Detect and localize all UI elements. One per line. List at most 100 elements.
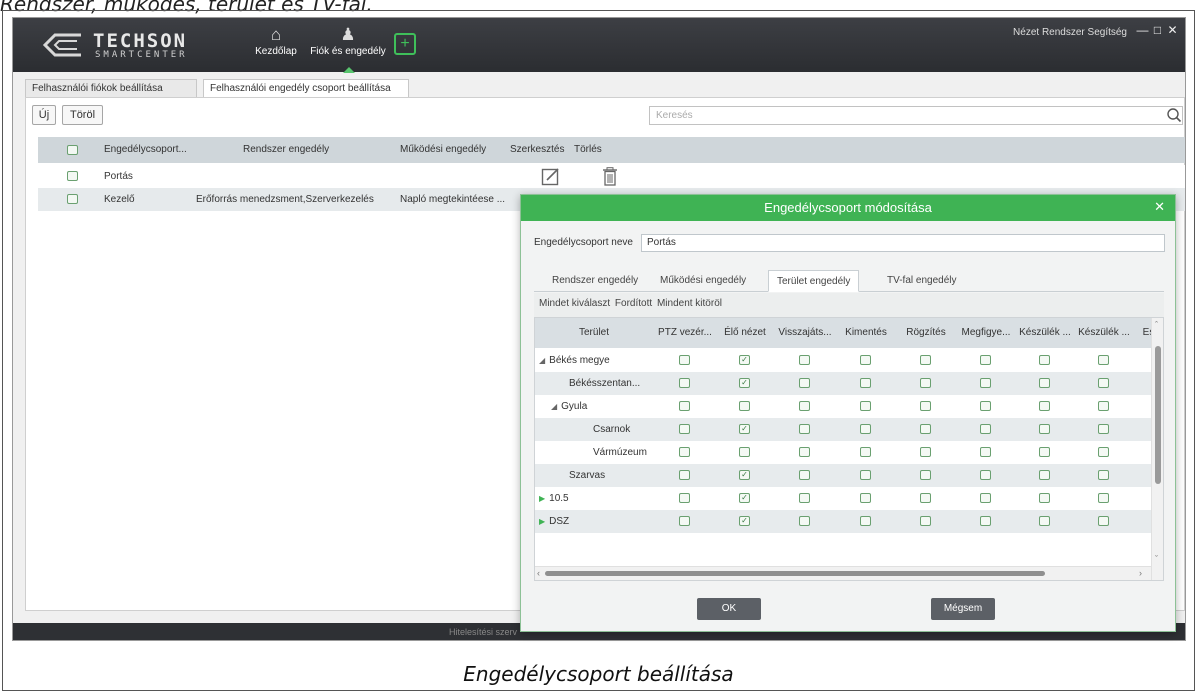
- table-row[interactable]: Portás: [38, 165, 1185, 188]
- permission-checkbox[interactable]: [980, 516, 991, 526]
- permission-checkbox[interactable]: [980, 493, 991, 503]
- permission-checkbox[interactable]: [799, 516, 810, 526]
- area-row[interactable]: Vármúzeum: [535, 441, 1151, 464]
- permission-checkbox[interactable]: [679, 424, 690, 434]
- row-checkbox[interactable]: [67, 194, 78, 204]
- scroll-right-icon[interactable]: ›: [1139, 568, 1142, 578]
- permission-checkbox[interactable]: [799, 470, 810, 480]
- permission-checkbox[interactable]: ✓: [739, 470, 750, 480]
- vertical-scrollbar[interactable]: ˆ ˇ: [1151, 318, 1163, 580]
- area-row[interactable]: ▶ 10.5 ✓: [535, 487, 1151, 510]
- permission-checkbox[interactable]: ✓: [739, 378, 750, 388]
- scroll-up-icon[interactable]: ˆ: [1155, 320, 1158, 330]
- add-module-button[interactable]: +: [394, 33, 416, 55]
- permission-checkbox[interactable]: ✓: [739, 355, 750, 365]
- permission-checkbox[interactable]: [1039, 516, 1050, 526]
- permission-checkbox[interactable]: [860, 424, 871, 434]
- permission-checkbox[interactable]: [980, 355, 991, 365]
- close-icon[interactable]: ✕: [1166, 23, 1179, 37]
- permission-checkbox[interactable]: [1039, 493, 1050, 503]
- minimize-icon[interactable]: —: [1136, 23, 1149, 37]
- permission-checkbox[interactable]: [799, 355, 810, 365]
- permission-checkbox[interactable]: [799, 401, 810, 411]
- permission-checkbox[interactable]: [1098, 447, 1109, 457]
- area-row[interactable]: ◢ Békés megye ✓: [535, 349, 1151, 372]
- permission-checkbox[interactable]: [860, 401, 871, 411]
- permission-checkbox[interactable]: [679, 447, 690, 457]
- permission-checkbox[interactable]: [1039, 424, 1050, 434]
- permission-checkbox[interactable]: [1098, 516, 1109, 526]
- permission-checkbox[interactable]: [679, 401, 690, 411]
- search-input[interactable]: Keresés: [649, 106, 1183, 125]
- ok-button[interactable]: OK: [697, 598, 761, 620]
- select-all-link[interactable]: Mindet kiválaszt: [539, 298, 610, 309]
- area-row[interactable]: Csarnok ✓: [535, 418, 1151, 441]
- search-icon[interactable]: [1166, 107, 1182, 123]
- permission-checkbox[interactable]: [1039, 355, 1050, 365]
- permission-checkbox[interactable]: [799, 424, 810, 434]
- row-checkbox[interactable]: [67, 171, 78, 181]
- permission-checkbox[interactable]: [920, 447, 931, 457]
- permission-checkbox[interactable]: [679, 378, 690, 388]
- horizontal-scroll-thumb[interactable]: [545, 571, 1045, 576]
- tab-permission-groups[interactable]: Felhasználói engedély csoport beállítása: [203, 79, 409, 98]
- area-row[interactable]: Szarvas ✓: [535, 464, 1151, 487]
- permission-checkbox[interactable]: [679, 355, 690, 365]
- permission-checkbox[interactable]: [679, 493, 690, 503]
- permission-checkbox[interactable]: [920, 401, 931, 411]
- permission-checkbox[interactable]: [1039, 447, 1050, 457]
- vertical-scroll-thumb[interactable]: [1155, 346, 1161, 484]
- tab-tvwall-permission[interactable]: TV-fal engedély: [879, 270, 965, 292]
- permission-checkbox[interactable]: ✓: [739, 516, 750, 526]
- permission-checkbox[interactable]: [920, 493, 931, 503]
- invert-selection-link[interactable]: Fordított: [615, 298, 652, 309]
- tab-operation-permission[interactable]: Működési engedély: [652, 270, 754, 292]
- permission-checkbox[interactable]: [1098, 424, 1109, 434]
- permission-checkbox[interactable]: [799, 447, 810, 457]
- permission-checkbox[interactable]: [1098, 470, 1109, 480]
- expand-icon[interactable]: ▶: [539, 494, 545, 503]
- area-row[interactable]: Békésszentan... ✓: [535, 372, 1151, 395]
- permission-checkbox[interactable]: [1098, 378, 1109, 388]
- permission-checkbox[interactable]: [1039, 401, 1050, 411]
- select-all-checkbox[interactable]: [67, 145, 78, 155]
- area-row[interactable]: ◢ Gyula: [535, 395, 1151, 418]
- area-row[interactable]: ▶ DSZ ✓: [535, 510, 1151, 533]
- permission-checkbox[interactable]: [739, 447, 750, 457]
- permission-checkbox[interactable]: ✓: [739, 493, 750, 503]
- horizontal-scrollbar[interactable]: ‹ ›: [535, 566, 1151, 580]
- permission-checkbox[interactable]: [980, 401, 991, 411]
- permission-checkbox[interactable]: [860, 470, 871, 480]
- permission-checkbox[interactable]: [980, 378, 991, 388]
- tab-user-accounts[interactable]: Felhasználói fiókok beállítása: [25, 79, 197, 98]
- permission-checkbox[interactable]: [920, 355, 931, 365]
- permission-checkbox[interactable]: [1098, 401, 1109, 411]
- tab-area-permission[interactable]: Terület engedély: [768, 270, 860, 292]
- permission-checkbox[interactable]: [1039, 470, 1050, 480]
- permission-checkbox[interactable]: [920, 516, 931, 526]
- edit-icon[interactable]: [541, 167, 561, 186]
- maximize-icon[interactable]: □: [1151, 23, 1164, 37]
- permission-checkbox[interactable]: [920, 424, 931, 434]
- permission-checkbox[interactable]: [860, 355, 871, 365]
- collapse-icon[interactable]: ◢: [551, 402, 557, 411]
- permission-checkbox[interactable]: [799, 493, 810, 503]
- scroll-left-icon[interactable]: ‹: [537, 568, 540, 578]
- top-menu[interactable]: Nézet Rendszer Segítség: [1013, 27, 1127, 38]
- permission-checkbox[interactable]: [980, 424, 991, 434]
- permission-checkbox[interactable]: [860, 378, 871, 388]
- permission-checkbox[interactable]: [679, 516, 690, 526]
- new-button[interactable]: Új: [32, 105, 56, 125]
- tab-system-permission[interactable]: Rendszer engedély: [544, 270, 646, 292]
- dialog-close-icon[interactable]: ✕: [1154, 195, 1165, 219]
- permission-checkbox[interactable]: [860, 516, 871, 526]
- permission-checkbox[interactable]: [1039, 378, 1050, 388]
- permission-checkbox[interactable]: [739, 401, 750, 411]
- permission-checkbox[interactable]: [1098, 493, 1109, 503]
- trash-icon[interactable]: [602, 167, 618, 186]
- permission-checkbox[interactable]: [980, 470, 991, 480]
- permission-checkbox[interactable]: [920, 470, 931, 480]
- nav-home[interactable]: ⌂ Kezdőlap: [251, 24, 301, 57]
- permission-checkbox[interactable]: [860, 493, 871, 503]
- group-name-input[interactable]: Portás: [641, 234, 1165, 252]
